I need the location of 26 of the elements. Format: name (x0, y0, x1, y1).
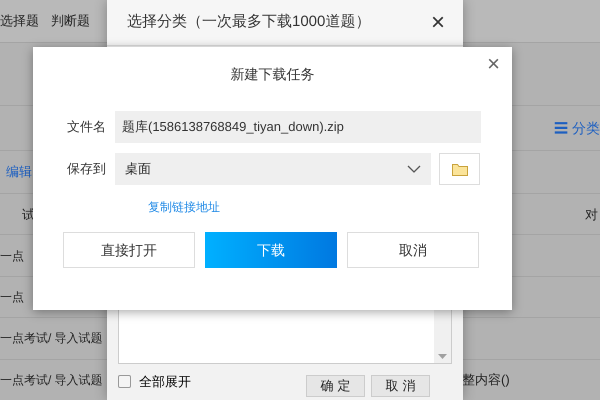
dialog-button[interactable]: 直接打开 (63, 232, 195, 268)
close-button[interactable]: × (487, 53, 500, 75)
ok-button[interactable]: 确 定 (306, 375, 365, 397)
chevron-down-icon (407, 165, 421, 173)
dialog-title: 选择分类（一次最多下载1000道题） (127, 12, 370, 32)
close-button[interactable]: × (430, 10, 445, 34)
field-label: 保存到 (66, 160, 106, 178)
table-cell-text: 一点考试/ 导入试题 (0, 330, 103, 348)
field-label: 文件名 (66, 118, 106, 136)
tab[interactable]: 判断题 (51, 11, 90, 31)
folder-button[interactable] (439, 153, 480, 185)
input-field[interactable]: 题库(1586138768849_tiyan_down).zip (115, 111, 481, 143)
column-header: 对 (585, 206, 598, 224)
table-cell-text: 整内容() (462, 371, 511, 390)
copy-link[interactable]: 复制链接地址 (148, 198, 220, 216)
select-field[interactable]: 桌面 (115, 153, 431, 185)
expand-all-checkbox[interactable]: 全部展开 (118, 372, 191, 392)
dialog-title: 新建下载任务 (230, 64, 314, 84)
folder-icon (452, 162, 468, 176)
cancel-button[interactable]: 取 消 (371, 375, 430, 397)
tab[interactable]: 选择题 (0, 11, 39, 31)
table-cell-text: 一点 (0, 248, 24, 265)
dialog-button[interactable]: 取消 (347, 232, 479, 268)
table-cell-text: 一点考试/ 导入试题 (0, 372, 103, 389)
scroll-down-icon[interactable] (438, 354, 447, 359)
table-cell-text: 一点 (0, 289, 24, 306)
